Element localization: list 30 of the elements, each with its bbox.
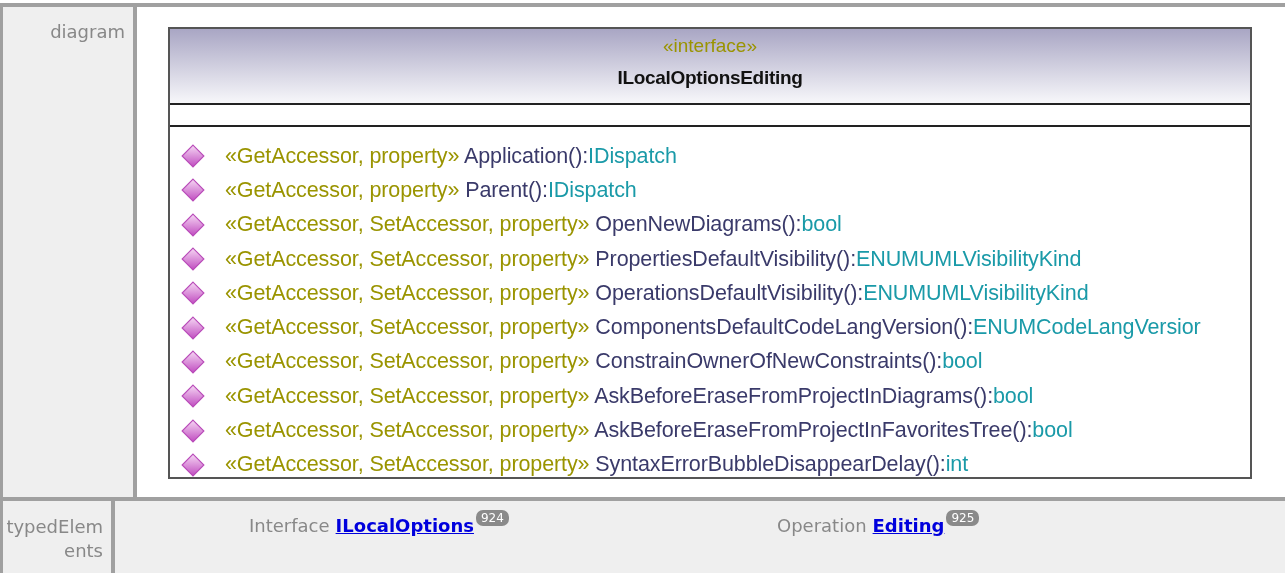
operation-signature: «GetAccessor, SetAccessor, property» AskBeforeEraseFromProjectInDiagrams():bool (225, 383, 1034, 409)
interface-stereotype: «interface» (663, 35, 757, 57)
operation-signature: «GetAccessor, property» Parent():IDispatch (225, 177, 637, 203)
operation-icon (181, 247, 205, 272)
operation-icon (181, 178, 205, 203)
operation-icon (181, 418, 205, 443)
reference-badge: 924 (475, 510, 509, 526)
operation-icon (181, 315, 205, 340)
operation-signature: «GetAccessor, SetAccessor, property» ComponentsDefaultCodeLangVersion():ENUMCodeLangVersior (225, 315, 1201, 341)
operation-icon (181, 349, 205, 374)
operation-icon (181, 212, 205, 237)
element-link[interactable]: ILocalOptions (335, 515, 474, 536)
operation-signature: «GetAccessor, SetAccessor, property» SyntaxErrorBubbleDisappearDelay():int (225, 452, 969, 478)
operation-icon (181, 144, 205, 169)
operation-icon (181, 452, 205, 477)
element-kind: Interface (249, 515, 330, 536)
row-label: typedElements (5, 515, 103, 563)
operation-signature: «GetAccessor, property» Application():IDispatch (225, 143, 677, 169)
interface-name: ILocalOptionsEditing (617, 67, 803, 89)
operation-signature: «GetAccessor, SetAccessor, property» OperationsDefaultVisibility():ENUMUMLVisibilityKind (225, 280, 1089, 306)
operation-signature: «GetAccessor, SetAccessor, property» AskBeforeEraseFromProjectInFavoritesTree():bool (225, 418, 1073, 443)
operation-signature: «GetAccessor, SetAccessor, property» OpenNewDiagrams():bool (225, 212, 842, 238)
operation-signature: «GetAccessor, SetAccessor, property» ConstrainOwnerOfNewConstraints():bool (225, 349, 983, 375)
operation-icon (181, 384, 205, 409)
row-label: diagram (50, 21, 125, 42)
element-kind: Operation (777, 515, 867, 536)
operation-signature: «GetAccessor, SetAccessor, property» PropertiesDefaultVisibility():ENUMUMLVisibilityKind (225, 246, 1082, 272)
element-link[interactable]: Editing (872, 515, 945, 536)
reference-badge: 925 (946, 510, 980, 526)
operation-icon (181, 281, 205, 306)
